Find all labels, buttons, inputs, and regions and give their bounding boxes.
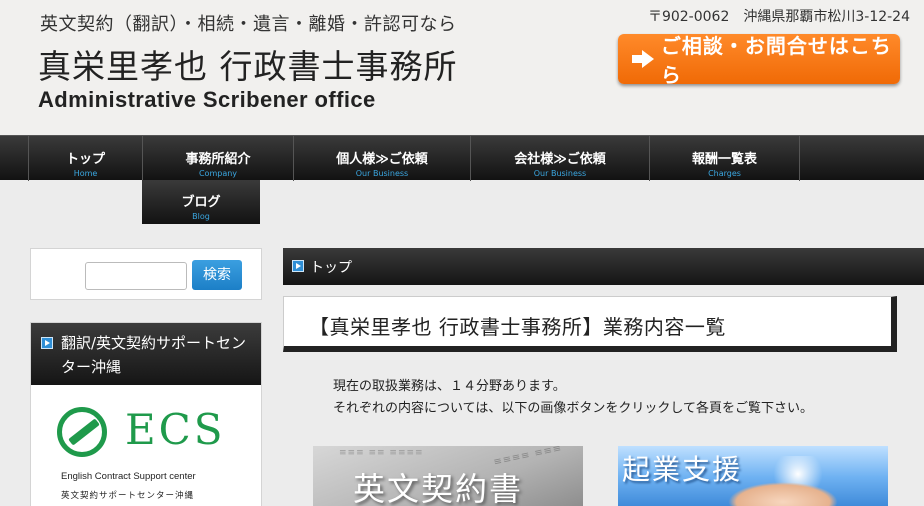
nav-item-company[interactable]: 事務所紹介 Company xyxy=(142,136,293,181)
nav-item-label: 報酬一覧表 xyxy=(691,152,757,167)
nav-item-sublabel: Blog xyxy=(192,212,210,221)
intro-text: 現在の取扱業務は、１４分野あります。 それぞれの内容については、以下の画像ボタン… xyxy=(333,376,813,420)
widget-header: 翻訳/英文契約サポートセンター沖縄 xyxy=(31,323,261,385)
site-tagline: 英文契約（翻訳）・相続・遺言・離婚・許認可なら xyxy=(40,14,457,35)
intro-line: 現在の取扱業務は、１４分野あります。 xyxy=(333,379,566,394)
arrow-bullet-icon xyxy=(41,337,53,349)
ecs-subtitle-jp: 英文契約サポートセンター沖縄 xyxy=(61,491,195,501)
breadcrumb-home-link[interactable]: トップ xyxy=(310,257,352,277)
site-logo-subtitle[interactable]: Administrative Scribener office xyxy=(38,87,376,113)
newspaper-texture: ≡≡≡ ≡≡ ≡≡≡≡ xyxy=(339,448,424,458)
page-title-box: 【真栄里孝也 行政書士事務所】業務内容一覧 xyxy=(283,296,897,352)
site-logo-title[interactable]: 真栄里孝也 行政書士事務所 xyxy=(38,40,458,88)
nav-item-sublabel: Our Business xyxy=(355,169,409,178)
nav-item-label: 事務所紹介 xyxy=(185,152,251,167)
nav-item-label: 個人様≫ご依頼 xyxy=(336,152,428,167)
nav-item-blog[interactable]: ブログ Blog xyxy=(142,180,260,224)
office-address: 〒902-0062 沖縄県那覇市松川3-12-24 xyxy=(647,9,910,25)
intro-line: それぞれの内容については、以下の画像ボタンをクリックして各頁をご覧下さい。 xyxy=(333,401,813,416)
arrow-bullet-icon xyxy=(292,260,304,272)
nav-item-personal-services[interactable]: 個人様≫ご依頼 Our Business xyxy=(293,136,470,181)
nav-item-sublabel: Home xyxy=(73,169,98,178)
service-button-startup-support[interactable]: 起業支援 xyxy=(618,446,888,506)
nav-item-business-services[interactable]: 会社様≫ご依頼 Our Business xyxy=(470,136,649,181)
widget-title: 翻訳/英文契約サポートセンター沖縄 xyxy=(61,334,247,376)
service-button-title: 起業支援 xyxy=(622,453,743,486)
service-button-title: 英文契約書 xyxy=(353,470,524,506)
nav-item-charges[interactable]: 報酬一覧表 Charges xyxy=(649,136,799,181)
hand-image xyxy=(728,482,838,506)
ecs-subtitle: English Contract Support center xyxy=(61,471,196,482)
search-input[interactable] xyxy=(85,262,187,290)
nav-divider xyxy=(799,136,800,181)
arrow-right-icon xyxy=(632,50,654,68)
service-button-english-contract[interactable]: ≡≡≡ ≡≡ ≡≡≡≡ ≡≡≡≡ ≡≡≡ 英文契約書 xyxy=(313,446,583,506)
nav-item-label: 会社様≫ご依頼 xyxy=(514,152,606,167)
search-button[interactable]: 検索 xyxy=(192,260,242,290)
nav-item-sublabel: Company xyxy=(198,169,238,178)
nav-item-label: トップ xyxy=(65,152,105,167)
main-nav: トップ Home 事務所紹介 Company 個人様≫ご依頼 Our Busin… xyxy=(0,135,924,181)
contact-button-label: ご相談・お問合せはこちら xyxy=(660,34,892,87)
breadcrumb: トップ xyxy=(283,248,924,285)
ecs-logo-text[interactable]: ECS xyxy=(125,405,226,454)
contact-button[interactable]: ご相談・お問合せはこちら xyxy=(618,34,900,87)
site-header: 英文契約（翻訳）・相続・遺言・離婚・許認可なら 真栄里孝也 行政書士事務所 Ad… xyxy=(0,0,924,135)
nav-item-sublabel: Our Business xyxy=(533,169,587,178)
search-widget: 検索 xyxy=(30,248,262,300)
nav-item-home[interactable]: トップ Home xyxy=(28,136,142,181)
ecs-pen-logo-icon[interactable] xyxy=(57,407,107,457)
nav-item-sublabel: Charges xyxy=(708,169,741,178)
nav-item-label: ブログ xyxy=(181,195,221,210)
ecs-widget: 翻訳/英文契約サポートセンター沖縄 ECS English Contract S… xyxy=(30,322,262,506)
page-title: 【真栄里孝也 行政書士事務所】業務内容一覧 xyxy=(309,315,726,339)
